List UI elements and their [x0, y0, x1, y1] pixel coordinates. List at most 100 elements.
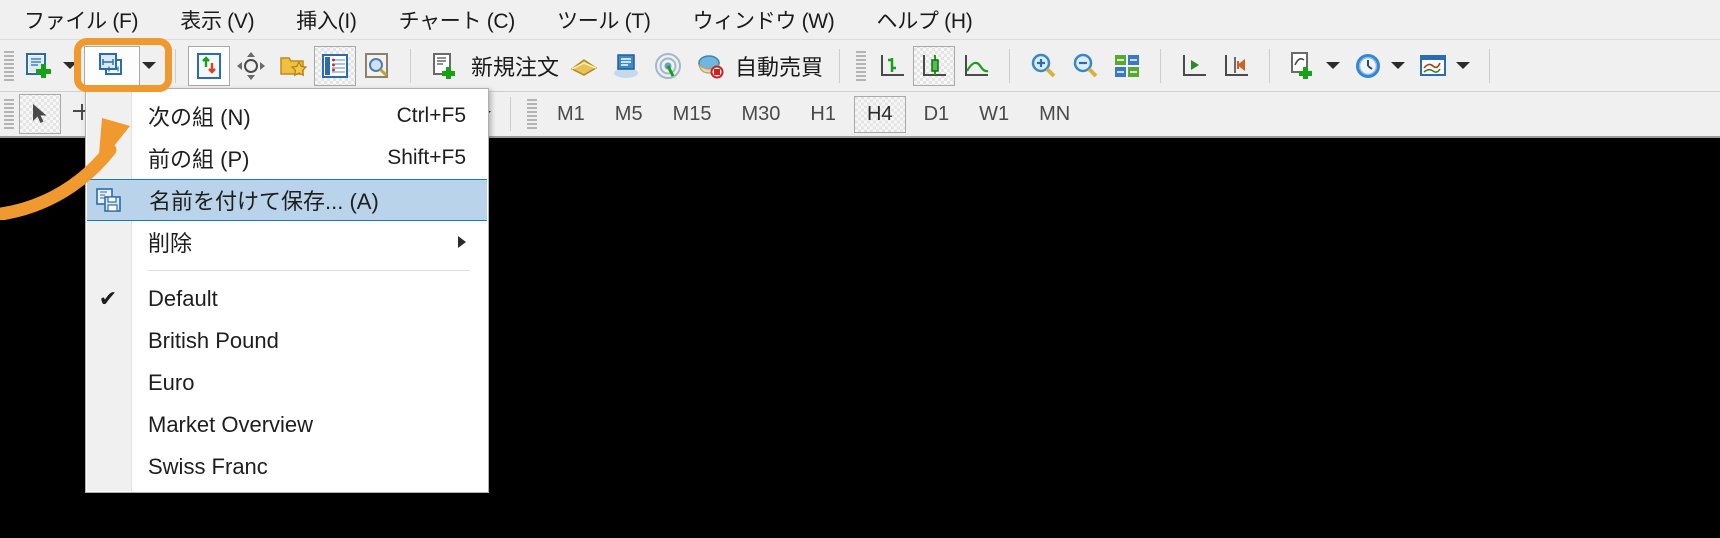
menu-item-profile-swiss-franc[interactable]: Swiss Franc: [86, 446, 488, 488]
new-order-label: 新規注文: [471, 54, 560, 80]
autotrading-button[interactable]: [689, 46, 731, 86]
timeframe-m30[interactable]: M30: [730, 97, 793, 132]
timeframe-m5[interactable]: M5: [603, 97, 655, 132]
menu-item-label: 前の組 (P): [148, 147, 250, 172]
line-chart-icon: [965, 54, 989, 76]
timeframes-clock-icon: [1356, 53, 1381, 78]
toolbar-separator: [1009, 48, 1011, 83]
new-chart-dropdown-caret[interactable]: [63, 62, 77, 69]
menu-help[interactable]: ヘルプ (H): [861, 2, 989, 38]
metaeditor-icon: [570, 58, 598, 76]
menu-item-previous-profile[interactable]: 前の組 (P) Shift+F5: [86, 137, 488, 179]
profiles-toolbar-button[interactable]: [84, 45, 140, 86]
arrow-cursor-icon: [33, 104, 47, 123]
mql-community-icon: [614, 53, 639, 78]
auto-scroll-button[interactable]: [1173, 46, 1215, 86]
menu-item-next-profile[interactable]: 次の組 (N) Ctrl+F5: [86, 95, 488, 137]
indicators-button[interactable]: [1282, 46, 1324, 86]
timeframes-button[interactable]: [1347, 46, 1389, 86]
menu-file[interactable]: ファイル (F): [8, 2, 154, 38]
autotrading-label: 自動売買: [735, 54, 824, 80]
strategy-tester-button[interactable]: [356, 46, 398, 86]
menu-item-profile-euro[interactable]: Euro: [86, 362, 488, 404]
toolbar-gripper[interactable]: [4, 50, 14, 81]
toolbar-separator: [510, 97, 511, 131]
menu-item-label: Market Overview: [148, 412, 314, 437]
metaeditor-button[interactable]: [563, 46, 605, 86]
navigator-button[interactable]: [272, 46, 314, 86]
chart-shift-button[interactable]: [1215, 46, 1257, 86]
menu-item-label: Euro: [148, 370, 195, 395]
menu-item-profile-default[interactable]: ✔ Default: [86, 278, 488, 320]
profiles-icon: [99, 52, 122, 75]
timeframe-mn[interactable]: MN: [1027, 97, 1082, 132]
zoom-out-icon: [1073, 53, 1098, 77]
menu-item-profile-market-overview[interactable]: Market Overview: [86, 404, 488, 446]
menu-separator: [148, 270, 470, 271]
menu-item-delete[interactable]: 削除: [86, 221, 488, 263]
menu-bar: ファイル (F) 表示 (V) 挿入(I) チャート (C) ツール (T) ウ…: [0, 0, 1720, 40]
timeframe-w1[interactable]: W1: [967, 97, 1021, 132]
menu-insert[interactable]: 挿入(I): [280, 2, 372, 38]
timeframe-h4[interactable]: H4: [853, 95, 906, 133]
terminal-icon: [322, 53, 348, 78]
market-watch-button[interactable]: [188, 45, 230, 86]
timeframes-dropdown-caret[interactable]: [1391, 62, 1406, 69]
toolbar-separator: [175, 48, 176, 83]
bar-chart-button[interactable]: [871, 46, 913, 86]
crosshair-icon: [237, 51, 265, 80]
strategy-tester-icon: [365, 52, 388, 78]
menu-item-label: Default: [148, 286, 218, 311]
menu-item-accelerator: Ctrl+F5: [396, 104, 466, 127]
toolbar-separator: [1269, 48, 1271, 83]
toolbar-gripper[interactable]: [856, 50, 867, 81]
submenu-arrow-icon: [458, 236, 466, 248]
new-order-button[interactable]: [423, 46, 467, 86]
toolbar-gripper[interactable]: [527, 99, 537, 129]
indicators-dropdown-caret[interactable]: [1326, 62, 1341, 69]
timeframe-m15[interactable]: M15: [661, 97, 724, 132]
line-chart-button[interactable]: [955, 46, 997, 86]
menu-item-label: 名前を付けて保存... (A): [149, 189, 379, 214]
templates-dropdown-caret[interactable]: [1456, 62, 1471, 69]
profiles-dropdown-caret[interactable]: [142, 62, 156, 69]
cursor-button[interactable]: [19, 94, 61, 134]
candlestick-chart-button[interactable]: [913, 45, 956, 86]
menu-item-profile-british-pound[interactable]: British Pound: [86, 320, 488, 362]
toolbar-separator: [1160, 48, 1162, 83]
templates-icon: [1420, 54, 1447, 76]
new-chart-button[interactable]: [19, 46, 61, 86]
navigator-folder-icon: [280, 56, 308, 76]
terminal-button[interactable]: [314, 45, 356, 86]
crosshair-button[interactable]: [230, 46, 272, 86]
zoom-in-button[interactable]: [1022, 46, 1064, 86]
menu-view[interactable]: 表示 (V): [164, 2, 270, 38]
menu-item-label: Swiss Franc: [148, 454, 268, 479]
timeframe-m1[interactable]: M1: [545, 97, 597, 132]
mql-community-button[interactable]: [605, 46, 647, 86]
signals-icon: [655, 52, 682, 79]
signals-button[interactable]: [647, 46, 689, 86]
candlestick-chart-icon: [923, 54, 947, 76]
menu-item-save-as[interactable]: 名前を付けて保存... (A): [87, 179, 487, 221]
checkmark-icon: ✔: [98, 286, 118, 311]
zoom-out-button[interactable]: [1064, 46, 1106, 86]
new-chart-icon: [26, 52, 51, 78]
menu-tools[interactable]: ツール (T): [541, 2, 667, 38]
menu-window[interactable]: ウィンドウ (W): [677, 2, 851, 38]
tile-windows-button[interactable]: [1106, 46, 1148, 86]
auto-scroll-icon: [1183, 54, 1207, 76]
profiles-dropdown-menu: 次の組 (N) Ctrl+F5 前の組 (P) Shift+F5 名前を付けて保…: [85, 88, 489, 493]
menu-item-accelerator: Shift+F5: [387, 146, 466, 169]
menu-item-label: 削除: [148, 231, 193, 256]
menu-icon-slot: [87, 187, 131, 213]
templates-button[interactable]: [1412, 46, 1454, 86]
market-watch-icon: [197, 52, 221, 79]
tile-windows-icon: [1115, 54, 1140, 77]
timeframe-d1[interactable]: D1: [912, 97, 962, 132]
main-toolbar: 新規注文 自動売買: [0, 40, 1720, 92]
timeframe-h1[interactable]: H1: [798, 97, 848, 132]
indicators-icon: [1291, 51, 1313, 79]
toolbar-gripper[interactable]: [4, 99, 14, 129]
menu-chart[interactable]: チャート (C): [383, 2, 531, 38]
